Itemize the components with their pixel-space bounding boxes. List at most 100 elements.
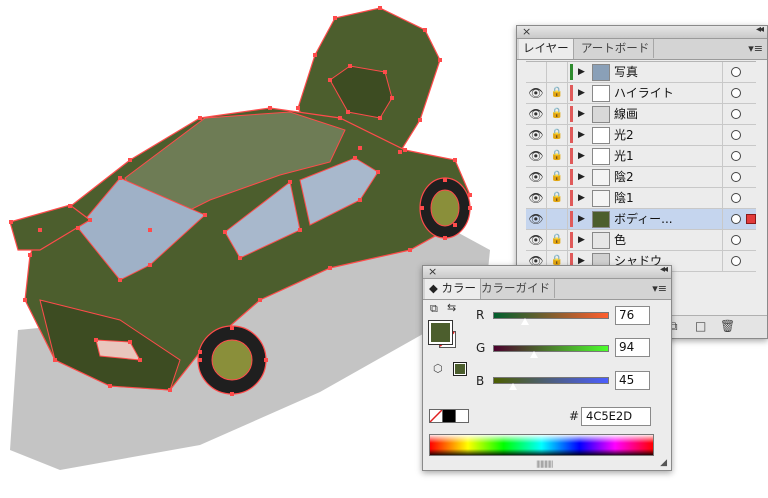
layer-name[interactable]: 光2	[614, 125, 634, 145]
layer-name[interactable]: 陰2	[614, 167, 634, 187]
tab-color-guide[interactable]: カラーガイド	[477, 279, 555, 298]
target-circle-icon[interactable]	[731, 88, 741, 98]
layer-name[interactable]: 線画	[614, 104, 638, 124]
visibility-toggle[interactable]	[526, 62, 547, 82]
channel-b-field[interactable]: 45	[615, 371, 650, 390]
web-safe-swatch[interactable]	[453, 362, 467, 376]
target-circle-icon[interactable]	[731, 235, 741, 245]
layer-name[interactable]: 写真	[614, 62, 638, 82]
none-slash-icon	[430, 410, 442, 422]
layer-name[interactable]: 陰1	[614, 188, 634, 208]
layer-thumbnail	[592, 232, 610, 249]
target-circle-icon[interactable]	[731, 256, 741, 266]
close-icon[interactable]: ×	[522, 25, 531, 38]
collapse-icon[interactable]: ◂◂	[660, 264, 668, 275]
channel-g-label: G	[476, 341, 486, 355]
expand-arrow-icon[interactable]: ▶	[578, 62, 585, 82]
none-swatch[interactable]	[429, 409, 443, 423]
layer-color-bar	[570, 64, 573, 80]
layers-panel-titlebar[interactable]: × ◂◂	[517, 24, 767, 39]
tab-artboards[interactable]: アートボード	[577, 39, 655, 58]
layer-thumbnail	[592, 64, 610, 81]
eye-icon: 👁	[528, 191, 544, 205]
lock-toggle[interactable]	[547, 209, 568, 229]
layer-row[interactable]: 👁 🔒 ▶ 線画	[526, 104, 756, 125]
color-spectrum[interactable]	[429, 434, 654, 456]
layer-row[interactable]: ▶ 写真	[526, 62, 756, 83]
resize-grip-icon[interactable]: ||||||||||||	[536, 460, 553, 468]
target-circle-icon[interactable]	[731, 109, 741, 119]
color-panel-titlebar[interactable]: × ◂◂	[423, 264, 671, 279]
channel-g-slider[interactable]	[493, 345, 609, 352]
expand-arrow-icon[interactable]: ▶	[578, 188, 585, 208]
black-swatch[interactable]	[442, 409, 456, 423]
lock-toggle[interactable]: 🔒	[547, 230, 568, 250]
channel-g-field[interactable]: 94	[615, 338, 650, 357]
default-colors-icon[interactable]: ⧉	[430, 302, 438, 316]
new-layer-icon[interactable]: □	[695, 319, 706, 333]
swap-colors-icon[interactable]: ⇆	[447, 301, 456, 314]
target-circle-icon[interactable]	[731, 67, 741, 77]
hex-field[interactable]: 4C5E2D	[581, 407, 651, 426]
layer-row[interactable]: 👁 ▶ ボディー...	[526, 209, 756, 230]
layer-row[interactable]: 👁 🔒 ▶ ハイライト	[526, 83, 756, 104]
layer-row[interactable]: 👁 🔒 ▶ 陰2	[526, 167, 756, 188]
tab-layers[interactable]: レイヤー	[519, 39, 574, 59]
out-of-gamut-cube-icon[interactable]: ⬡	[433, 362, 443, 375]
target-circle-icon[interactable]	[731, 172, 741, 182]
expand-arrow-icon[interactable]: ▶	[578, 167, 585, 187]
lock-toggle[interactable]: 🔒	[547, 188, 568, 208]
expand-arrow-icon[interactable]: ▶	[578, 230, 585, 250]
expand-arrow-icon[interactable]: ▶	[578, 83, 585, 103]
lock-toggle[interactable]	[547, 62, 568, 82]
layer-row[interactable]: 👁 🔒 ▶ 光2	[526, 125, 756, 146]
collapse-icon[interactable]: ◂◂	[756, 24, 764, 35]
target-circle-icon[interactable]	[731, 214, 741, 224]
lock-toggle[interactable]: 🔒	[547, 104, 568, 124]
layer-name[interactable]: 光1	[614, 146, 634, 166]
rear-wheel	[197, 325, 267, 395]
lock-toggle[interactable]: 🔒	[547, 167, 568, 187]
column-divider	[722, 146, 723, 166]
layer-name[interactable]: ハイライト	[614, 83, 674, 103]
layer-row[interactable]: 👁 🔒 ▶ 陰1	[526, 188, 756, 209]
channel-g-knob[interactable]	[529, 351, 539, 359]
channel-b-knob[interactable]	[508, 383, 518, 391]
layer-name[interactable]: 色	[614, 230, 626, 250]
visibility-toggle[interactable]: 👁	[526, 83, 547, 103]
expand-arrow-icon[interactable]: ▶	[578, 104, 585, 124]
resize-corner-icon[interactable]: ◢	[660, 458, 667, 468]
visibility-toggle[interactable]: 👁	[526, 104, 547, 124]
expand-arrow-icon[interactable]: ▶	[578, 209, 585, 229]
layers-panel-tabs: レイヤー アートボード ▾≡	[517, 39, 767, 60]
visibility-toggle[interactable]: 👁	[526, 167, 547, 187]
lock-toggle[interactable]: 🔒	[547, 83, 568, 103]
target-circle-icon[interactable]	[731, 151, 741, 161]
expand-arrow-icon[interactable]: ▶	[578, 146, 585, 166]
layer-name[interactable]: ボディー...	[614, 209, 673, 229]
lock-toggle[interactable]: 🔒	[547, 146, 568, 166]
lock-toggle[interactable]: 🔒	[547, 125, 568, 145]
close-icon[interactable]: ×	[428, 265, 437, 278]
expand-arrow-icon[interactable]: ▶	[578, 125, 585, 145]
selection-indicator[interactable]	[746, 214, 756, 224]
column-divider	[722, 167, 723, 187]
channel-r-knob[interactable]	[520, 318, 530, 326]
white-swatch[interactable]	[455, 409, 469, 423]
target-circle-icon[interactable]	[731, 130, 741, 140]
visibility-toggle[interactable]: 👁	[526, 209, 547, 229]
visibility-toggle[interactable]: 👁	[526, 125, 547, 145]
panel-menu-icon[interactable]: ▾≡	[652, 282, 667, 295]
fill-swatch[interactable]	[429, 321, 452, 344]
layer-row[interactable]: 👁 🔒 ▶ 光1	[526, 146, 756, 167]
channel-r-field[interactable]: 76	[615, 306, 650, 325]
visibility-toggle[interactable]: 👁	[526, 230, 547, 250]
visibility-toggle[interactable]: 👁	[526, 188, 547, 208]
panel-menu-icon[interactable]: ▾≡	[748, 42, 763, 55]
visibility-toggle[interactable]: 👁	[526, 146, 547, 166]
target-circle-icon[interactable]	[731, 193, 741, 203]
channel-r-slider[interactable]	[493, 312, 609, 319]
tab-color[interactable]: ◆ カラー	[425, 279, 481, 299]
layer-row[interactable]: 👁 🔒 ▶ 色	[526, 230, 756, 251]
trash-icon[interactable]: 🗑	[720, 319, 735, 333]
